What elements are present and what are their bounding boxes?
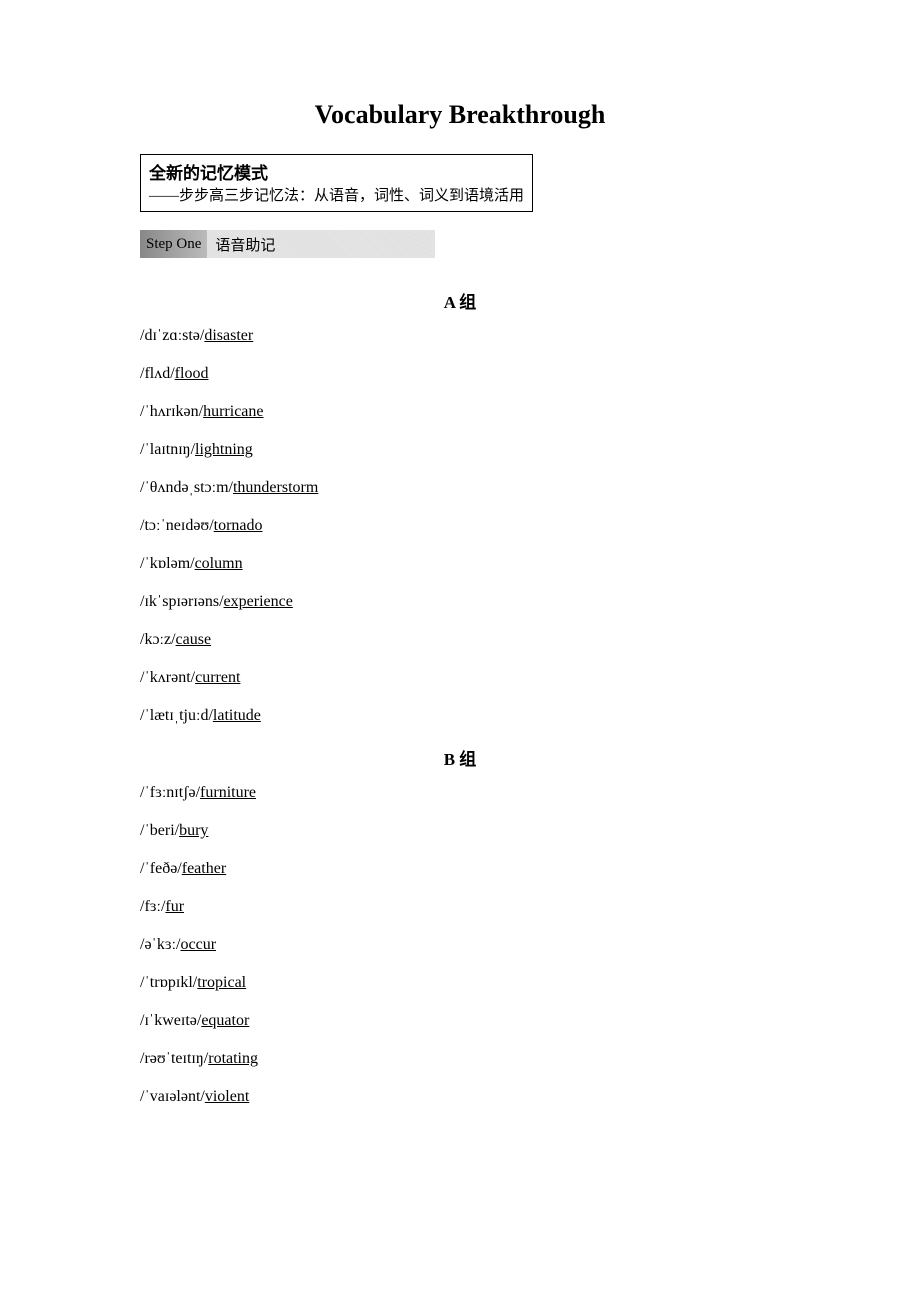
ipa-text: /ˈlaɪtnɪŋ/ — [140, 441, 195, 458]
word-text: tornado — [214, 517, 263, 534]
ipa-text: /ˈkɒləm/ — [140, 555, 195, 572]
vocab-entry: /ˈhʌrɪkən/hurricane — [140, 403, 780, 421]
vocab-entry: /fɜː/fur — [140, 898, 780, 916]
ipa-text: /ɪkˈspɪərɪəns/ — [140, 593, 224, 610]
step-label: Step One — [140, 230, 207, 258]
word-text: occur — [180, 936, 216, 953]
memo-heading: 全新的记忆模式 — [149, 159, 524, 184]
vocab-entry: /kɔːz/cause — [140, 631, 780, 649]
ipa-text: /əˈkɜː/ — [140, 936, 180, 953]
vocab-entry: /ˈlaɪtnɪŋ/lightning — [140, 441, 780, 459]
step-bar: Step One 语音助记 — [140, 230, 435, 258]
ipa-text: /kɔːz/ — [140, 631, 176, 648]
word-text: equator — [201, 1012, 249, 1029]
word-text: experience — [224, 593, 293, 610]
step-text: 语音助记 — [207, 230, 435, 258]
group-heading-b: B 组 — [140, 745, 780, 770]
document-page: Vocabulary Breakthrough 全新的记忆模式 ——步步高三步记… — [0, 0, 920, 1302]
ipa-text: /ˈfɜːnɪtʃə/ — [140, 784, 200, 801]
word-text: bury — [179, 822, 208, 839]
word-text: rotating — [208, 1050, 258, 1067]
vocab-entry: /ˈlætɪˌtjuːd/latitude — [140, 707, 780, 725]
vocab-entry: /əˈkɜː/occur — [140, 936, 780, 954]
vocab-entry: /ˈtrɒpɪkl/tropical — [140, 974, 780, 992]
vocab-entry: /ˈkʌrənt/current — [140, 669, 780, 687]
word-text: latitude — [213, 707, 261, 724]
vocab-entry: /flʌd/flood — [140, 365, 780, 383]
word-text: thunderstorm — [233, 479, 318, 496]
word-text: flood — [175, 365, 209, 382]
ipa-text: /ˈθʌndəˌstɔːm/ — [140, 479, 233, 496]
word-text: current — [195, 669, 240, 686]
vocab-entry: /ˈfɜːnɪtʃə/furniture — [140, 784, 780, 802]
ipa-text: /ˈvaɪələnt/ — [140, 1088, 205, 1105]
vocab-entry: /ˈθʌndəˌstɔːm/thunderstorm — [140, 479, 780, 497]
word-text: violent — [205, 1088, 249, 1105]
word-text: tropical — [197, 974, 246, 991]
ipa-text: /tɔːˈneɪdəʊ/ — [140, 517, 214, 534]
word-text: hurricane — [203, 403, 263, 420]
memo-box: 全新的记忆模式 ——步步高三步记忆法：从语音，词性、词义到语境活用 — [140, 154, 533, 212]
ipa-text: /ɪˈkweɪtə/ — [140, 1012, 201, 1029]
vocab-entry: /ɪˈkweɪtə/equator — [140, 1012, 780, 1030]
ipa-text: /ˈhʌrɪkən/ — [140, 403, 203, 420]
vocab-entry: /ɪkˈspɪərɪəns/experience — [140, 593, 780, 611]
ipa-text: /fɜː/ — [140, 898, 165, 915]
word-text: furniture — [200, 784, 256, 801]
ipa-text: /flʌd/ — [140, 365, 175, 382]
ipa-text: /ˈkʌrənt/ — [140, 669, 195, 686]
ipa-text: /ˈberi/ — [140, 822, 179, 839]
ipa-text: /ˈlætɪˌtjuːd/ — [140, 707, 213, 724]
ipa-text: /dɪˈzɑːstə/ — [140, 327, 204, 344]
ipa-text: /ˈfeðə/ — [140, 860, 182, 877]
vocab-entry: /tɔːˈneɪdəʊ/tornado — [140, 517, 780, 535]
page-title: Vocabulary Breakthrough — [140, 100, 780, 130]
word-text: fur — [165, 898, 184, 915]
ipa-text: /ˈtrɒpɪkl/ — [140, 974, 197, 991]
ipa-text: /rəʊˈteɪtɪŋ/ — [140, 1050, 208, 1067]
word-text: column — [195, 555, 243, 572]
vocab-entry: /rəʊˈteɪtɪŋ/rotating — [140, 1050, 780, 1068]
group-heading-a: A 组 — [140, 288, 780, 313]
vocab-entry: /ˈvaɪələnt/violent — [140, 1088, 780, 1106]
vocab-entry: /dɪˈzɑːstə/disaster — [140, 327, 780, 345]
vocab-entry: /ˈkɒləm/column — [140, 555, 780, 573]
word-text: cause — [176, 631, 212, 648]
vocab-entry: /ˈberi/bury — [140, 822, 780, 840]
word-text: feather — [182, 860, 226, 877]
memo-sub: ——步步高三步记忆法：从语音，词性、词义到语境活用 — [149, 184, 524, 205]
word-text: disaster — [204, 327, 253, 344]
word-text: lightning — [195, 441, 253, 458]
vocab-entry: /ˈfeðə/feather — [140, 860, 780, 878]
